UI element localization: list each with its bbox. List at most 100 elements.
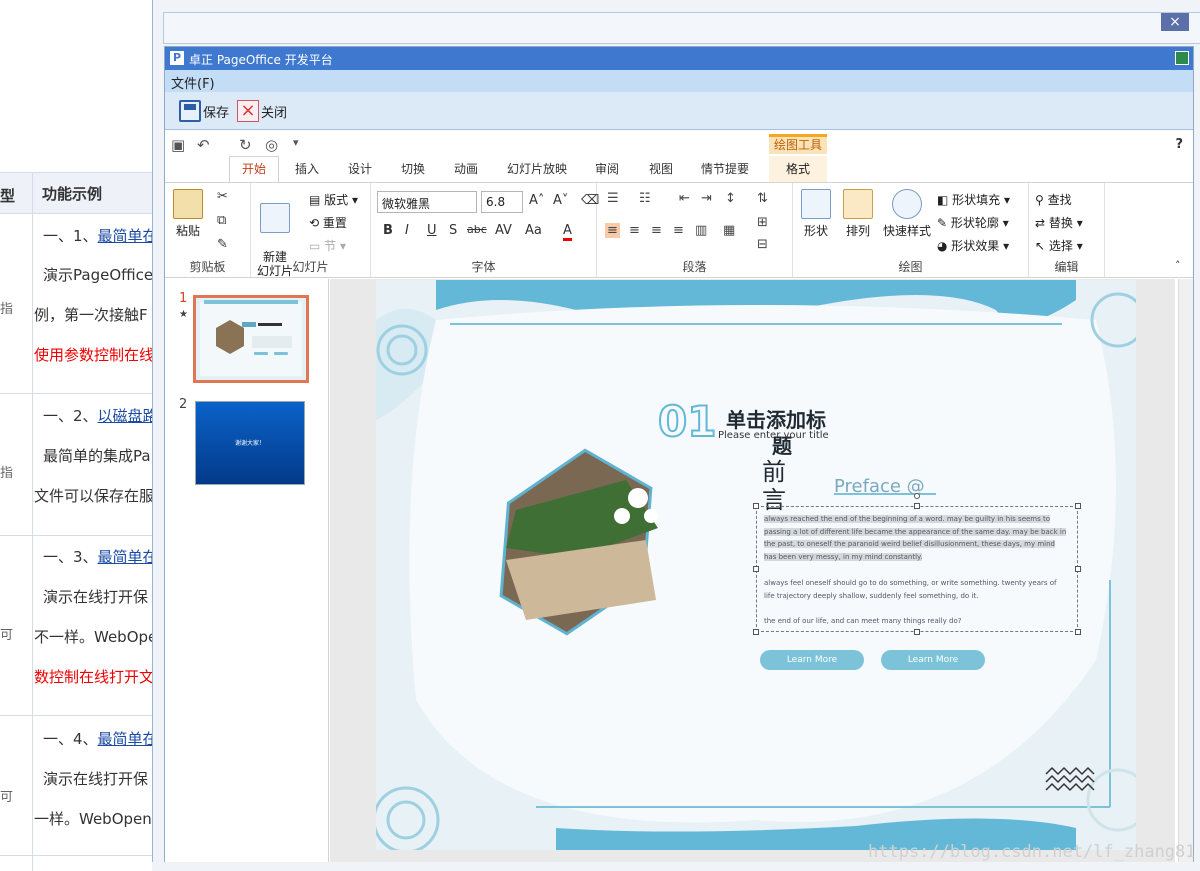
smartart-icon[interactable]: ⊟ — [757, 237, 768, 252]
font-color-icon[interactable]: A — [563, 223, 572, 241]
slide-thumbnail-2[interactable]: 谢谢大家！ — [195, 401, 305, 485]
help-icon[interactable]: ? — [1175, 137, 1183, 152]
example-link[interactable]: 最简单在 — [98, 730, 158, 748]
tab-view[interactable]: 视图 — [649, 160, 673, 177]
align-right-icon[interactable]: ≡ — [651, 223, 662, 238]
font-name-select[interactable]: 微软雅黑 — [377, 191, 477, 213]
example-link[interactable]: 最简单在 — [98, 227, 158, 245]
reset-button[interactable]: ⟲ 重置 — [309, 214, 347, 231]
slide-title[interactable]: 单击添加标 — [726, 404, 826, 433]
tab-transitions[interactable]: 切换 — [401, 160, 425, 177]
rotate-handle[interactable] — [914, 493, 920, 499]
current-slide[interactable]: 01 单击添加标 题 Please enter your title 前言 Pr… — [376, 280, 1136, 850]
slide-editing-area: 01 单击添加标 题 Please enter your title 前言 Pr… — [330, 279, 1175, 871]
pageoffice-titlebar: P 卓正 PageOffice 开发平台 — [165, 47, 1193, 70]
resize-handle[interactable] — [1075, 503, 1081, 509]
customize-qat-icon[interactable]: ▾ — [293, 136, 299, 149]
cut-icon[interactable]: ✂ — [217, 189, 228, 204]
resize-handle[interactable] — [753, 566, 759, 572]
layout-button[interactable]: ▤ 版式 ▾ — [309, 191, 358, 208]
paste-button[interactable]: 粘贴 — [173, 189, 203, 239]
shapes-label: 形状 — [803, 224, 828, 238]
align-text-icon[interactable]: ⊞ — [757, 215, 768, 230]
tab-review[interactable]: 审阅 — [595, 160, 619, 177]
columns-icon[interactable]: ▦ — [723, 223, 735, 238]
find-button[interactable]: ⚲ 查找 — [1035, 191, 1072, 208]
line-spacing-icon[interactable]: ↕ — [725, 191, 736, 206]
tab-home[interactable]: 开始 — [229, 156, 280, 182]
tab-design[interactable]: 设计 — [348, 160, 372, 177]
char-spacing-icon[interactable]: AV — [495, 223, 512, 238]
shape-outline-button[interactable]: ✎ 形状轮廓 ▾ — [937, 214, 1009, 231]
dialog-close-button[interactable]: × — [1161, 13, 1189, 31]
slide-subtitle[interactable]: Please enter your title — [718, 430, 829, 441]
shapes-button[interactable]: 形状 — [801, 189, 831, 239]
selected-text-box[interactable]: always reached the end of the beginning … — [753, 493, 1081, 635]
shape-fill-button[interactable]: ◧ 形状填充 ▾ — [937, 191, 1010, 208]
learn-more-button[interactable]: Learn More — [881, 650, 985, 670]
slideshow-icon[interactable]: ◎ — [265, 136, 278, 154]
tab-animations[interactable]: 动画 — [454, 160, 478, 177]
italic-icon[interactable]: I — [405, 223, 409, 238]
qat-save-icon[interactable]: ▣ — [171, 136, 185, 154]
select-button[interactable]: ↖ 选择 ▾ — [1035, 237, 1083, 254]
learn-more-button[interactable]: Learn More — [760, 650, 864, 670]
increase-indent-icon[interactable]: ⇥ — [701, 191, 712, 206]
change-case-icon[interactable]: Aa — [525, 223, 542, 238]
resize-handle[interactable] — [753, 629, 759, 635]
redo-icon[interactable]: ↻ — [239, 136, 252, 154]
replace-button[interactable]: ⇄ 替换 ▾ — [1035, 214, 1083, 231]
text-direction-icon[interactable]: ⇅ — [757, 191, 768, 206]
decrease-indent-icon[interactable]: ⇤ — [679, 191, 690, 206]
quick-styles-button[interactable]: 快速样式 — [883, 189, 931, 239]
thumbnail-number: 2 — [179, 397, 188, 412]
align-center-icon[interactable]: ≡ — [629, 223, 640, 238]
slide-thumbnail-1[interactable] — [193, 295, 309, 383]
resize-handle[interactable] — [914, 629, 920, 635]
copy-icon[interactable]: ⧉ — [217, 213, 226, 228]
strikethrough-icon[interactable]: abc — [467, 223, 487, 236]
numbering-icon[interactable]: ☷ — [639, 191, 651, 206]
shadow-icon[interactable]: S — [449, 223, 457, 238]
thumbnail-number: 1 — [179, 291, 188, 306]
resize-handle[interactable] — [1075, 629, 1081, 635]
resize-handle[interactable] — [753, 503, 759, 509]
shape-effects-button[interactable]: ◕ 形状效果 ▾ — [937, 237, 1009, 254]
resize-handle[interactable] — [914, 503, 920, 509]
distributed-icon[interactable]: ▥ — [695, 223, 707, 238]
decrease-font-icon[interactable]: A˅ — [553, 193, 568, 208]
tab-format[interactable]: 格式 — [769, 156, 827, 182]
close-button[interactable]: × 关闭 — [237, 98, 287, 124]
collapse-ribbon-icon[interactable]: ˄ — [1175, 259, 1181, 272]
menu-file[interactable]: 文件(F) — [171, 73, 215, 92]
font-size-select[interactable]: 6.8 — [481, 191, 523, 213]
resize-handle[interactable] — [1075, 566, 1081, 572]
paste-icon — [173, 189, 203, 219]
bold-icon[interactable]: B — [383, 223, 393, 238]
justify-icon[interactable]: ≡ — [673, 223, 684, 238]
format-painter-icon[interactable]: ✎ — [217, 237, 228, 252]
tab-storyboard[interactable]: 情节提要 — [701, 160, 749, 177]
slide-logo-number: 01 — [658, 397, 716, 446]
row-prefix: 一、3、 — [43, 548, 98, 566]
bullets-icon[interactable]: ☰ — [607, 191, 619, 206]
section-button[interactable]: ▭ 节 ▾ — [309, 237, 346, 254]
example-link[interactable]: 最简单在 — [98, 548, 158, 566]
tab-insert[interactable]: 插入 — [295, 160, 319, 177]
increase-font-icon[interactable]: A˄ — [529, 193, 544, 208]
table-row-heading: 一、2、以磁盘路 — [43, 405, 158, 426]
align-left-icon[interactable]: ≡ — [605, 223, 620, 238]
example-link[interactable]: 以磁盘路 — [98, 407, 158, 425]
restore-window-icon[interactable] — [1175, 51, 1189, 65]
arrange-button[interactable]: 排列 — [843, 189, 873, 239]
tab-slideshow[interactable]: 幻灯片放映 — [507, 160, 567, 177]
font-group: 微软雅黑 6.8 A˄ A˅ ⌫ B I U S abc AV Aa A 字体 — [371, 183, 599, 277]
underline-icon[interactable]: U — [427, 223, 437, 238]
save-button[interactable]: 保存 — [179, 98, 229, 124]
dialog-bottom-edge — [152, 862, 1200, 871]
vertical-scrollbar[interactable] — [1178, 279, 1193, 871]
new-slide-icon — [260, 203, 290, 233]
thumbnail-2-text: 谢谢大家！ — [234, 440, 265, 447]
slide-preface-english[interactable]: Preface @ — [834, 476, 925, 497]
undo-icon[interactable]: ↶ — [197, 136, 210, 154]
